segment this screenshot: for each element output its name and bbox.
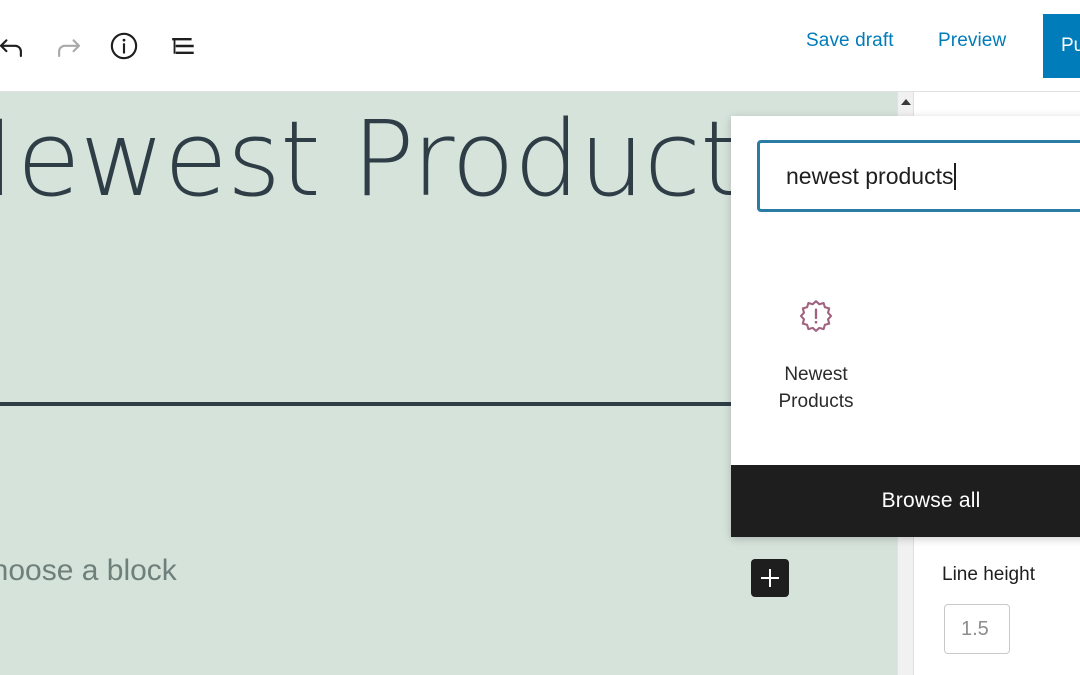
choose-a-block-placeholder[interactable]: Choose a block xyxy=(0,554,177,588)
document-info-button[interactable] xyxy=(104,26,144,66)
preview-button[interactable]: Preview xyxy=(938,30,1006,52)
block-result-label: Newest Products xyxy=(778,364,854,412)
add-block-button[interactable] xyxy=(751,559,789,597)
undo-arrow-icon xyxy=(0,39,22,58)
line-height-label: Line height xyxy=(942,564,1035,585)
line-height-input[interactable]: 1.5 xyxy=(944,604,1010,654)
redo-button[interactable] xyxy=(48,26,88,66)
list-view-icon xyxy=(172,37,194,55)
inserter-panel: newest products Newest Products xyxy=(731,116,1080,465)
save-draft-button[interactable]: Save draft xyxy=(806,30,894,52)
starburst-exclamation-icon xyxy=(794,296,838,340)
chevron-up-icon xyxy=(900,99,911,105)
undo-button[interactable] xyxy=(0,26,32,66)
info-circle-icon xyxy=(110,32,138,60)
browse-all-label: Browse all xyxy=(881,489,981,512)
publish-button[interactable]: Pu xyxy=(1043,14,1080,78)
browse-all-button[interactable]: Browse all xyxy=(731,465,1080,537)
block-search-input[interactable]: newest products xyxy=(757,140,1080,212)
post-title-heading[interactable]: Newest Products xyxy=(0,96,840,223)
block-search-value: newest products xyxy=(786,162,954,189)
editor-top-bar: Save draft Preview Pu xyxy=(0,0,1080,92)
plus-icon-vertical xyxy=(769,569,771,587)
text-caret xyxy=(954,162,957,190)
redo-arrow-icon xyxy=(58,39,81,58)
scroll-up-button[interactable] xyxy=(898,92,913,112)
block-search-results: Newest Products xyxy=(757,280,1080,416)
block-result-newest-products[interactable]: Newest Products xyxy=(757,280,875,416)
block-inserter-popover: newest products Newest Products Browse a… xyxy=(731,116,1080,537)
list-view-button[interactable] xyxy=(164,26,204,66)
